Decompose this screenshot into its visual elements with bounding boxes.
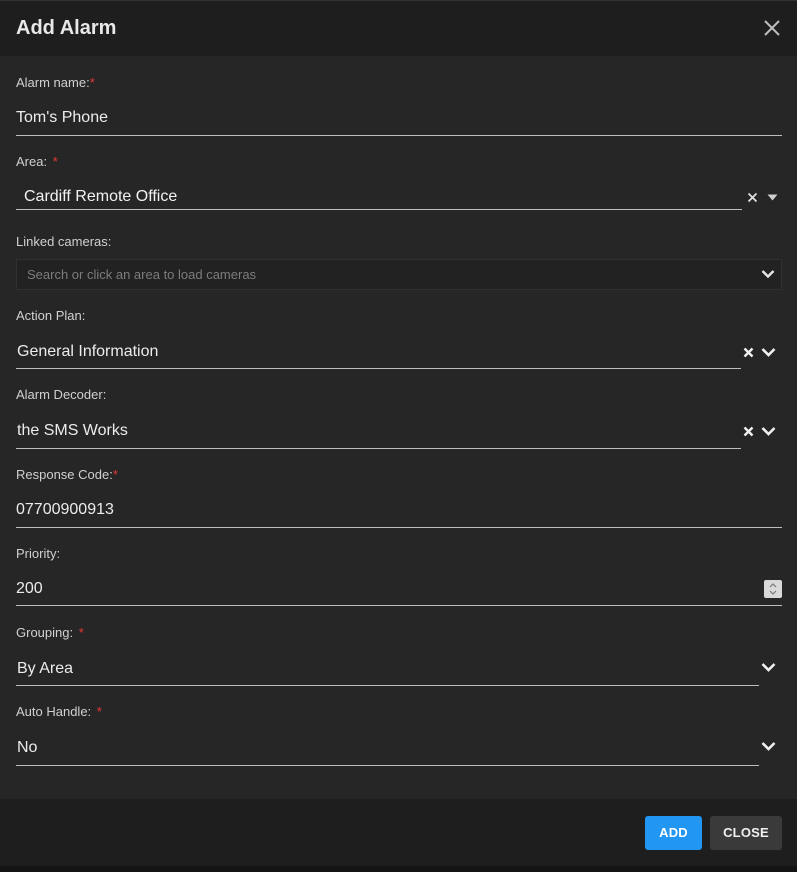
required-mark: *: [89, 75, 95, 90]
alarm-decoder-select[interactable]: the SMS Works: [17, 422, 128, 440]
required-mark: *: [96, 704, 102, 719]
grouping-label: Grouping: *: [16, 625, 84, 640]
close-button[interactable]: CLOSE: [710, 816, 782, 850]
response-code-underline: [16, 527, 782, 528]
response-code-input[interactable]: 07700900913: [16, 501, 114, 519]
dialog-header: Add Alarm: [0, 0, 797, 56]
stepper-arrows-icon: [769, 583, 777, 595]
chevron-down-icon[interactable]: [761, 269, 775, 279]
priority-stepper[interactable]: [764, 580, 782, 598]
area-label: Area: *: [16, 154, 58, 169]
auto-handle-select[interactable]: No: [17, 739, 37, 757]
action-plan-select[interactable]: General Information: [17, 343, 158, 361]
chevron-down-icon[interactable]: [761, 347, 776, 357]
auto-handle-underline: [16, 765, 759, 766]
response-code-label: Response Code:*: [16, 467, 118, 482]
alarm-decoder-label: Alarm Decoder:: [16, 387, 107, 402]
add-button[interactable]: ADD: [645, 816, 702, 850]
required-mark: *: [112, 467, 118, 482]
grouping-underline: [16, 685, 759, 686]
action-plan-label: Action Plan:: [16, 308, 86, 323]
priority-input[interactable]: 200: [16, 580, 43, 598]
action-plan-underline: [16, 368, 741, 369]
caret-down-icon[interactable]: [767, 194, 778, 201]
dialog-title: Add Alarm: [16, 17, 117, 39]
clear-icon[interactable]: [743, 347, 754, 358]
close-icon[interactable]: [763, 19, 781, 37]
priority-underline: [16, 605, 782, 606]
clear-icon[interactable]: [743, 426, 754, 437]
alarm-decoder-underline: [16, 448, 741, 449]
alarm-name-input[interactable]: Tom's Phone: [16, 109, 108, 127]
area-underline: [16, 209, 742, 210]
required-mark: *: [78, 625, 84, 640]
chevron-down-icon[interactable]: [761, 741, 776, 751]
clear-icon[interactable]: [747, 192, 758, 203]
area-select[interactable]: Cardiff Remote Office: [24, 188, 177, 206]
chevron-down-icon[interactable]: [761, 426, 776, 436]
linked-cameras-search[interactable]: Search or click an area to load cameras: [16, 259, 782, 290]
chevron-down-icon[interactable]: [761, 662, 776, 672]
alarm-name-underline: [16, 135, 782, 136]
auto-handle-label: Auto Handle: *: [16, 704, 102, 719]
grouping-select[interactable]: By Area: [17, 660, 73, 678]
add-alarm-dialog: Add Alarm Alarm name:* Tom's Phone Area:…: [0, 0, 797, 866]
dialog-footer: ADD CLOSE: [0, 799, 797, 866]
linked-cameras-label: Linked cameras:: [16, 234, 112, 249]
linked-cameras-placeholder: Search or click an area to load cameras: [27, 267, 257, 282]
priority-label: Priority:: [16, 546, 61, 561]
required-mark: *: [52, 154, 58, 169]
alarm-name-label: Alarm name:*: [16, 75, 95, 90]
